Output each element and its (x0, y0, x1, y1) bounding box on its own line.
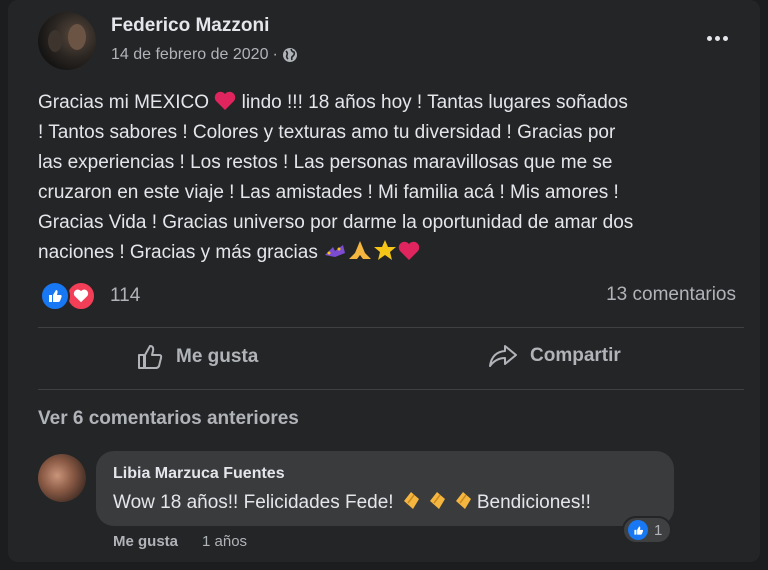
reaction-count: 114 (110, 285, 141, 306)
more-options-icon[interactable] (702, 26, 732, 50)
post-line-3: las experiencias ! Los restos ! Las pers… (38, 152, 613, 173)
post-line-2: ! Tantos sabores ! Colores y texturas am… (38, 122, 616, 143)
star-icon (374, 240, 397, 260)
post-author-name[interactable]: Federico Mazzoni (111, 15, 269, 37)
like-reaction-icon (40, 281, 70, 311)
author-avatar[interactable] (38, 12, 96, 70)
post-body: Gracias mi MEXICO lindo !!! 18 años hoy … (38, 88, 758, 268)
comment-bubble: Libia Marzuca Fuentes Wow 18 años!! Feli… (96, 451, 674, 526)
post-line-1a: Gracias mi MEXICO (38, 92, 215, 113)
folded-hands-icon (349, 241, 372, 259)
comments-count-link[interactable]: 13 comentarios (606, 284, 736, 306)
comment-text-start: Wow 18 años!! Felicidades Fede! (113, 492, 399, 513)
post-line-4: cruzaron en este viaje ! Las amistades !… (38, 182, 619, 203)
post-line-1b: lindo !!! 18 años hoy ! Tantas lugares s… (236, 92, 628, 113)
divider-bottom (38, 389, 744, 390)
post-date[interactable]: 14 de febrero de 2020 (111, 46, 268, 64)
commenter-avatar[interactable] (38, 454, 86, 502)
clapping-hands-icon (403, 492, 419, 509)
post-card: Federico Mazzoni 14 de febrero de 2020 ·… (8, 0, 760, 562)
comment-actions: Me gusta 1 años (113, 533, 247, 550)
post-line-6: naciones ! Gracias y más gracias (38, 242, 324, 263)
like-button[interactable]: Me gusta (136, 344, 258, 370)
love-reaction-icon (66, 281, 96, 311)
view-previous-comments-link[interactable]: Ver 6 comentarios anteriores (38, 408, 299, 430)
comment-text-end: Bendiciones!! (476, 492, 591, 513)
reactions-summary[interactable]: 114 (40, 281, 140, 311)
comment-reaction-count: 1 (654, 521, 663, 539)
post-line-5: Gracias Vida ! Gracias universo por darm… (38, 212, 634, 233)
sparkles-icon (325, 245, 346, 257)
thumbs-up-icon (138, 345, 163, 369)
clapping-hands-icon (429, 492, 445, 509)
like-button-label: Me gusta (176, 346, 259, 367)
clapping-hands-icon (455, 492, 471, 509)
post-meta: 14 de febrero de 2020 · (111, 46, 298, 64)
meta-separator: · (272, 46, 278, 63)
red-heart-icon (398, 241, 420, 260)
comment-author[interactable]: Libia Marzuca Fuentes (113, 465, 285, 483)
comment-like-button[interactable]: Me gusta (113, 533, 178, 550)
share-button[interactable]: Compartir (488, 344, 621, 368)
comment-timestamp[interactable]: 1 años (202, 533, 247, 550)
divider-top (38, 327, 744, 328)
comment-reaction-badge[interactable]: 1 (622, 516, 672, 544)
red-heart-icon (215, 91, 236, 110)
comment-text: Wow 18 años!! Felicidades Fede! Bendicio… (113, 489, 591, 514)
like-reaction-icon (628, 520, 648, 540)
share-icon (489, 345, 517, 367)
globe-icon (282, 48, 297, 62)
share-button-label: Compartir (530, 345, 621, 366)
